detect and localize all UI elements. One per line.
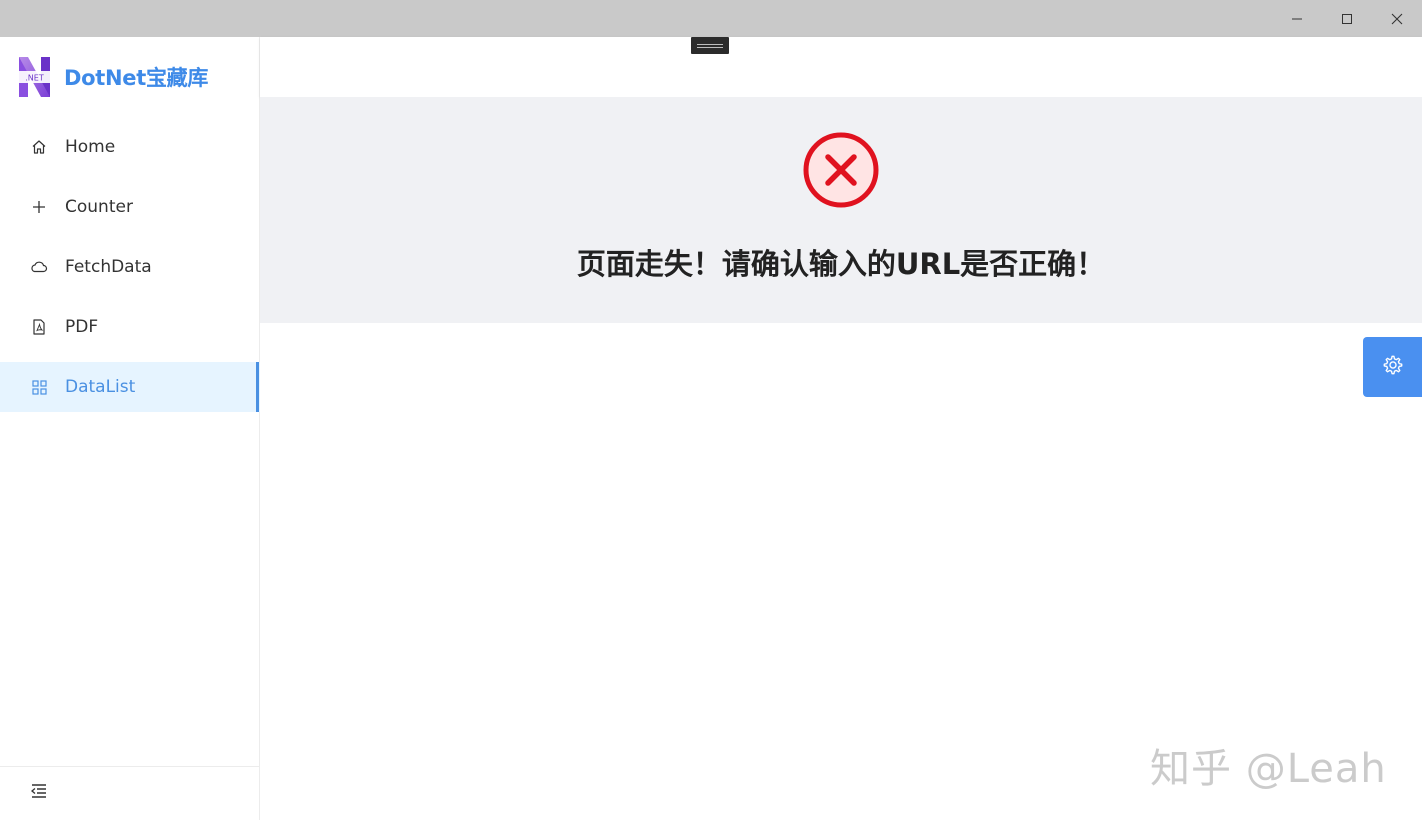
sidebar: .NET DotNet宝藏库 Home Counter FetchData PD… [0, 37, 260, 820]
minimize-icon [1292, 18, 1302, 19]
close-button[interactable] [1372, 0, 1422, 37]
sidebar-item-label: Counter [65, 197, 133, 217]
gear-icon [1382, 354, 1404, 381]
close-icon [1391, 13, 1403, 24]
sidebar-item-counter[interactable]: Counter [0, 182, 260, 232]
minimize-button[interactable] [1272, 0, 1322, 37]
drag-handle[interactable] [691, 37, 729, 54]
top-header [260, 37, 1422, 97]
error-panel: 页面走失！请确认输入的URL是否正确！ [260, 97, 1422, 323]
menu-fold-icon [30, 783, 48, 804]
pdf-file-icon [30, 318, 48, 336]
svg-text:.NET: .NET [25, 74, 44, 83]
sidebar-collapse-button[interactable] [0, 766, 260, 820]
brand[interactable]: .NET DotNet宝藏库 [0, 37, 260, 117]
settings-button[interactable] [1363, 337, 1422, 397]
maximize-icon [1342, 13, 1352, 24]
plus-icon [30, 198, 48, 216]
dotnet-logo: .NET [19, 57, 50, 97]
home-icon [30, 138, 48, 156]
sidebar-item-pdf[interactable]: PDF [0, 302, 260, 352]
brand-title: DotNet宝藏库 [64, 66, 209, 90]
error-circle-icon [803, 132, 879, 208]
grid-icon [30, 378, 48, 396]
sidebar-item-home[interactable]: Home [0, 122, 260, 172]
sidebar-item-datalist[interactable]: DataList [0, 362, 260, 412]
maximize-button[interactable] [1322, 0, 1372, 37]
cloud-icon [30, 258, 48, 276]
sidebar-item-fetchdata[interactable]: FetchData [0, 242, 260, 292]
sidebar-item-label: DataList [65, 377, 136, 397]
sidebar-item-label: Home [65, 137, 116, 157]
sidebar-item-label: FetchData [65, 257, 152, 277]
window-titlebar[interactable] [0, 0, 1422, 37]
error-message: 页面走失！请确认输入的URL是否正确！ [576, 247, 1106, 281]
sidebar-item-label: PDF [65, 317, 99, 337]
watermark: 知乎 @Leah [1150, 746, 1387, 792]
